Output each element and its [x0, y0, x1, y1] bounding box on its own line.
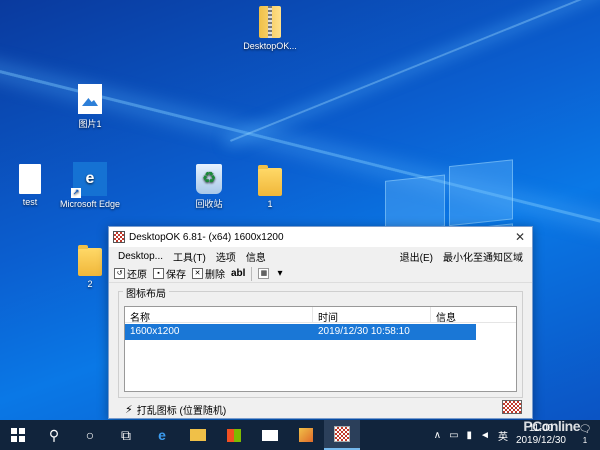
- delete-label: 删除: [205, 270, 225, 281]
- rename-button[interactable]: abl: [228, 266, 248, 282]
- grid-view-button[interactable]: ▦: [255, 266, 274, 282]
- desktopok-mini-icon: [502, 400, 522, 414]
- menu-minimize-to-tray[interactable]: 最小化至通知区域: [438, 249, 528, 264]
- taskbar-file-explorer[interactable]: [180, 420, 216, 450]
- tray-chevron-icon[interactable]: ∧: [434, 430, 441, 441]
- restore-button[interactable]: ↺ 还原: [111, 266, 150, 282]
- menu-options[interactable]: 选项: [211, 249, 241, 264]
- delete-icon: ✕: [192, 268, 203, 279]
- save-icon: ▪: [153, 268, 164, 279]
- blank-file-icon: [19, 164, 41, 194]
- edge-glyph: e: [85, 170, 95, 187]
- desktop-icon-recycle-bin[interactable]: ♻ 回收站: [177, 164, 241, 210]
- layout-list[interactable]: 名称 时间 信息 1600x1200 2019/12/30 10:58:10: [124, 306, 517, 392]
- desktopok-app-icon: [334, 426, 350, 442]
- taskbar: ⚲ ○ ⧉ e ∧ ▭ ▮ ◄ 英 11:00 2019/12/30 🗨1: [0, 420, 600, 450]
- folder-icon: [78, 245, 102, 276]
- dropdown-button[interactable]: ▾: [274, 266, 285, 282]
- zip-folder-icon: [259, 6, 281, 38]
- network-icon[interactable]: ▭: [449, 430, 458, 441]
- shortcut-arrow-icon: ↗: [71, 188, 81, 198]
- desktop-icon-label: 1: [267, 199, 273, 209]
- battery-icon[interactable]: ▮: [467, 430, 473, 441]
- group-label: 图标布局: [123, 285, 169, 300]
- task-view-button[interactable]: ⧉: [108, 420, 144, 450]
- row-time: 2019/12/30 10:58:10: [318, 326, 410, 337]
- restore-label: 还原: [127, 270, 147, 281]
- menu-bar: Desktop... 工具(T) 选项 信息 退出(E) 最小化至通知区域: [109, 247, 532, 265]
- desktop-icon-desktopok-zip[interactable]: DesktopOK...: [238, 6, 302, 51]
- edge-icon: e ↗: [71, 162, 107, 198]
- delete-button[interactable]: ✕ 删除: [189, 266, 228, 282]
- start-button[interactable]: [0, 420, 36, 450]
- desktop-icon-label: test: [22, 197, 38, 207]
- window-title: DesktopOK 6.81- (x64) 1600x1200: [129, 231, 284, 243]
- desktop-icon-label: Microsoft Edge: [59, 199, 121, 209]
- desktop-icon-label: 图片1: [78, 119, 102, 129]
- watermark: PConline: [523, 418, 580, 434]
- rename-label: abl: [231, 268, 246, 279]
- taskbar-store[interactable]: [216, 420, 252, 450]
- column-header-name[interactable]: 名称: [125, 307, 313, 324]
- task-view-icon: ⧉: [121, 426, 131, 443]
- taskbar-media[interactable]: [288, 420, 324, 450]
- taskbar-edge[interactable]: e: [144, 420, 180, 450]
- volume-icon[interactable]: ◄: [480, 430, 490, 441]
- save-label: 保存: [166, 270, 186, 281]
- edge-icon: e: [158, 427, 166, 443]
- toolbar-separator: [251, 266, 253, 281]
- desktopok-window: DesktopOK 6.81- (x64) 1600x1200 ✕ Deskto…: [108, 226, 533, 419]
- recycle-bin-icon: ♻: [196, 164, 222, 194]
- column-header-time[interactable]: 时间: [313, 307, 431, 324]
- desktop-icon-label: 回收站: [195, 199, 223, 209]
- image-file-icon: [78, 84, 102, 114]
- cortana-button[interactable]: ○: [72, 420, 108, 450]
- taskbar-mail[interactable]: [252, 420, 288, 450]
- desktop-icon-test[interactable]: test: [0, 164, 62, 207]
- row-info: [431, 324, 476, 340]
- desktop-icon-folder-1[interactable]: 1: [238, 165, 302, 209]
- list-header: 名称 时间 信息: [125, 307, 516, 324]
- notification-count: 1: [582, 436, 588, 445]
- store-icon: [227, 428, 241, 442]
- desktop-icon-label: DesktopOK...: [243, 41, 297, 51]
- clock-date: 2019/12/30: [515, 435, 566, 446]
- shuffle-icons-link[interactable]: ⚡ 打乱图标 (位置随机): [125, 402, 226, 417]
- column-header-info[interactable]: 信息: [431, 307, 476, 324]
- search-icon: ⚲: [48, 426, 60, 443]
- file-explorer-icon: [190, 429, 206, 441]
- taskbar-desktopok[interactable]: [324, 420, 360, 450]
- search-button[interactable]: ⚲: [36, 420, 72, 450]
- title-bar[interactable]: DesktopOK 6.81- (x64) 1600x1200 ✕: [109, 227, 532, 247]
- status-text: 打乱图标 (位置随机): [136, 406, 227, 417]
- menu-tools[interactable]: 工具(T): [168, 249, 211, 264]
- windows-start-icon: [11, 428, 25, 442]
- row-name: 1600x1200: [130, 326, 180, 337]
- icon-layout-group: 图标布局 名称 时间 信息 1600x1200 2019/12/30 10:58…: [118, 285, 523, 398]
- notification-icon: 🗨: [578, 424, 592, 435]
- folder-icon: [258, 165, 282, 196]
- desktopok-app-icon: [113, 231, 125, 243]
- table-row[interactable]: 1600x1200 2019/12/30 10:58:10: [125, 324, 476, 340]
- grid-icon: ▦: [258, 268, 270, 279]
- save-button[interactable]: ▪ 保存: [150, 266, 189, 282]
- menu-exit[interactable]: 退出(E): [395, 249, 438, 264]
- menu-desktop[interactable]: Desktop...: [113, 251, 168, 262]
- mail-icon: [262, 429, 278, 441]
- desktop-icon-image1[interactable]: 图片1: [58, 84, 122, 130]
- menu-info[interactable]: 信息: [241, 249, 271, 264]
- restore-icon: ↺: [114, 268, 125, 279]
- close-button[interactable]: ✕: [512, 229, 528, 245]
- lightning-icon: ⚡: [125, 404, 133, 416]
- cortana-icon: ○: [85, 427, 95, 443]
- ime-indicator[interactable]: 英: [498, 428, 508, 443]
- desktop-icon-edge[interactable]: e ↗ Microsoft Edge: [58, 162, 122, 209]
- toolbar: ↺ 还原 ▪ 保存 ✕ 删除 abl ▦ ▾: [109, 265, 532, 283]
- media-icon: [299, 428, 313, 442]
